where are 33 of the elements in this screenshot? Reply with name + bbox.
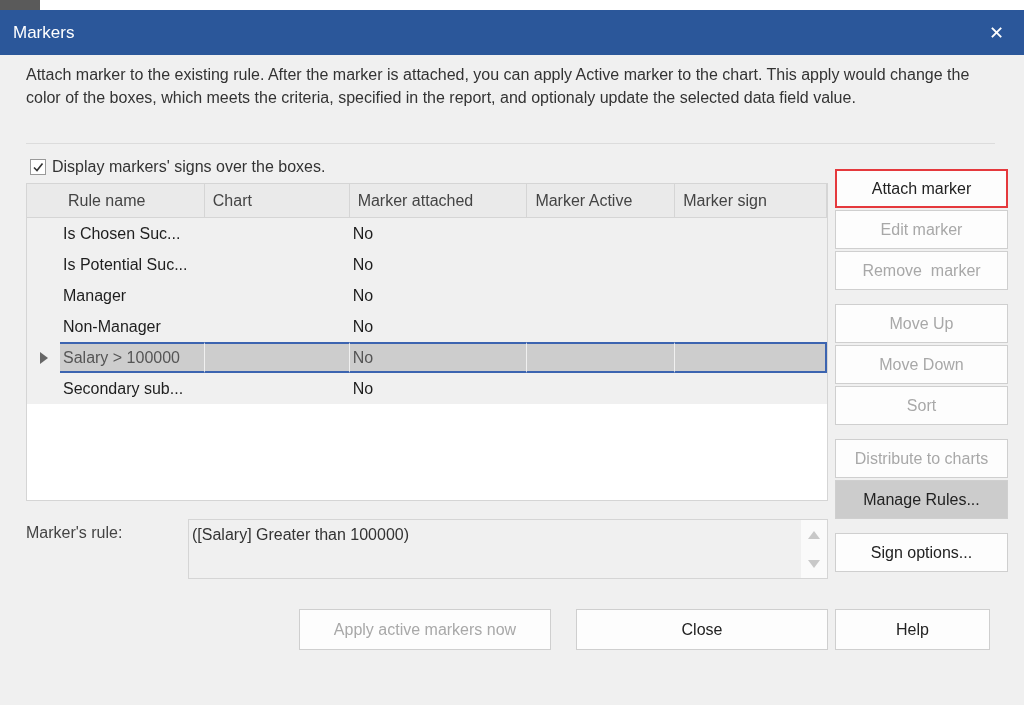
table-cell-text: Is Potential Suc... [63,255,188,275]
table-cell-text: Salary > 100000 [63,348,180,368]
rule-text-field[interactable]: ([Salary] Greater than 100000) [188,519,828,579]
table-cell-text: Secondary sub... [63,379,184,399]
column-header[interactable]: Marker attached [349,184,528,217]
table-cell-text: No [352,317,374,337]
column-header[interactable]: Marker Active [527,184,676,217]
rule-label: Marker's rule: [26,524,124,543]
scroll-down-icon[interactable] [808,559,820,568]
table-cell-text: Is Chosen Suc... [63,224,181,244]
action-button[interactable]: Sign options... [835,533,1008,572]
table-cell-text: No [352,348,374,368]
scroll-up-icon[interactable] [808,530,820,539]
action-button[interactable]: Manage Rules... [835,480,1008,519]
column-header[interactable]: Marker sign [675,184,827,217]
table-cell-text: No [352,286,374,306]
table-row[interactable]: Salary > 100000 No [27,342,827,373]
table-cell-text: Manager [63,286,127,306]
table-cell-text: No [352,379,374,399]
description-text: Attach marker to the existing rule. After the marker is attached, you can apply Active marker to the chart. This apply would change the color of the boxes, which meets the criteria, specified in the report, and optionaly update the selected data field value. [26,65,971,108]
action-button[interactable]: Attach marker [835,169,1008,208]
checkbox-label: Display markers' signs over the boxes. [52,157,326,176]
dialog-button[interactable]: Help [835,609,990,650]
close-button[interactable]: ✕ [984,22,1008,43]
table-cell-text: Non-Manager [63,317,161,337]
window-title: Markers [13,22,75,43]
row-pointer-icon [39,351,48,364]
dialog-button[interactable]: Close [576,609,828,650]
table-cell-text: No [352,224,374,244]
column-header[interactable]: Chart [204,184,350,217]
checkbox[interactable] [30,158,46,175]
table-cell-text: No [352,255,374,275]
column-header[interactable]: Rule name [60,184,205,217]
